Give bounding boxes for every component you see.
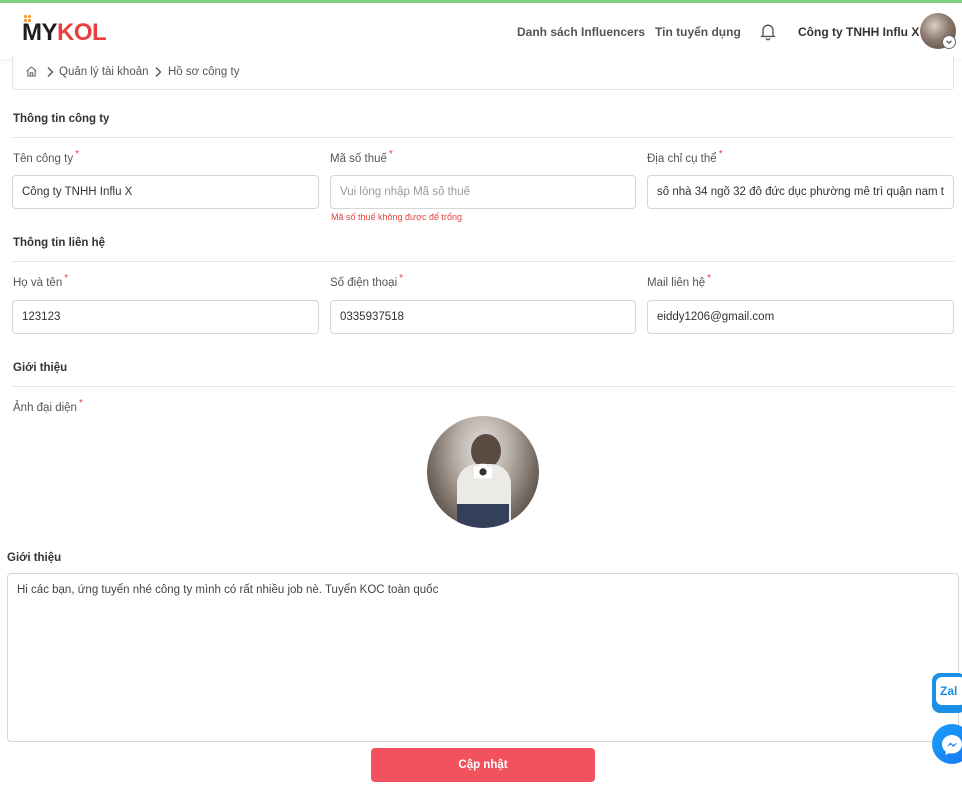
email-label: Mail liên hệ * [647,273,712,289]
full-name-label: Họ và tên * [13,273,69,289]
intro-section-title: Giới thiệu [13,362,68,374]
top-header: MYKOL Danh sách Influencers Tin tuyển dụ… [0,3,962,59]
contact-info-title: Thông tin liên hệ [13,237,105,249]
account-company-name[interactable]: Công ty TNHH Influ X [798,25,919,39]
address-label: Địa chỉ cụ thể * [647,149,723,165]
chevron-right-icon [47,67,54,77]
tax-code-label: Mã số thuế * [330,149,393,165]
logo-suffix: KOL [57,19,107,46]
nav-jobs-link[interactable]: Tin tuyển dụng [655,25,741,39]
address-input[interactable] [647,175,954,209]
required-mark: * [388,149,393,160]
required-mark: * [399,273,404,284]
required-mark: * [718,149,723,160]
full-name-input[interactable] [12,300,319,334]
breadcrumb-company-profile: Hồ sơ công ty [168,66,240,78]
update-button[interactable]: Cập nhật [371,748,595,782]
avatar-dropdown-icon[interactable] [942,35,956,49]
phone-input[interactable] [330,300,636,334]
divider [12,137,954,138]
avatar-label: Ảnh đại diện * [13,398,83,414]
description-label: Giới thiệu [7,552,62,564]
zalo-chat-button[interactable]: Zal [932,673,962,713]
nav-influencers-link[interactable]: Danh sách Influencers [517,25,645,39]
company-name-label: Tên công ty * [13,149,79,165]
required-mark: * [78,398,83,409]
mykol-logo[interactable]: MYKOL [22,15,107,47]
camera-icon[interactable] [472,462,494,480]
required-mark: * [75,149,79,160]
logo-dots [24,15,34,23]
breadcrumb: Quản lý tài khoản Hồ sơ công ty [12,56,954,90]
divider [12,386,954,387]
divider [12,261,954,262]
tax-code-error: Mã số thuế không được để trống [331,212,463,222]
breadcrumb-account-management[interactable]: Quản lý tài khoản [59,66,149,78]
messenger-icon [942,735,962,755]
logo-prefix: MY [22,19,58,46]
email-input[interactable] [647,300,954,334]
company-name-input[interactable] [12,175,319,209]
phone-label: Số điện thoại * [330,273,404,289]
home-icon[interactable] [25,65,38,78]
description-textarea[interactable]: Hi các bạn, ứng tuyển nhé công ty mình c… [7,573,959,742]
chevron-right-icon [155,67,162,77]
notification-bell-icon[interactable] [758,21,778,41]
company-info-title: Thông tin công ty [13,113,110,125]
required-mark: * [707,273,712,284]
messenger-chat-button[interactable] [932,724,962,764]
tax-code-input[interactable] [330,175,636,209]
required-mark: * [64,273,69,284]
zalo-label: Zal [940,684,958,698]
